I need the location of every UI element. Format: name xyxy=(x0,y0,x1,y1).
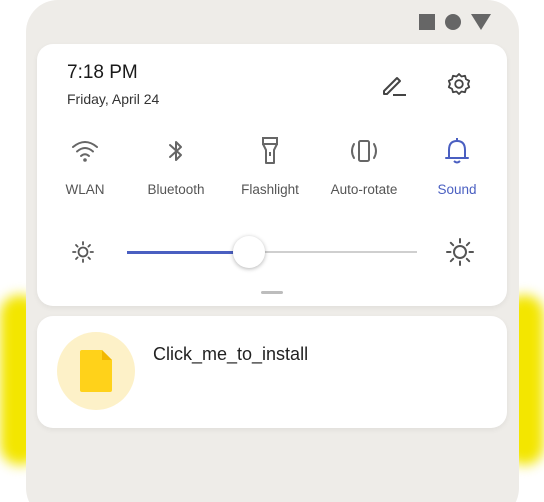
notification-title: Click_me_to_install xyxy=(153,344,309,364)
brightness-slider-track[interactable] xyxy=(127,236,417,268)
flashlight-icon xyxy=(262,137,278,164)
clock-date: Friday, April 24 xyxy=(67,91,160,107)
circle-icon xyxy=(445,14,461,30)
auto-rotate-icon xyxy=(351,140,377,162)
wifi-icon xyxy=(72,141,98,162)
quick-tiles: WLAN Bluetooth Flashlight Auto-rotate So… xyxy=(37,134,507,204)
notification-icon-badge xyxy=(57,332,135,410)
brightness-slider-thumb[interactable] xyxy=(232,236,265,268)
brightness-control xyxy=(37,234,507,270)
tile-sound-label: Sound xyxy=(437,182,477,197)
notification-card[interactable]: Click_me_to_install xyxy=(37,316,507,428)
tile-bluetooth[interactable]: Bluetooth xyxy=(130,134,222,204)
triangle-icon xyxy=(471,14,491,30)
tile-flashlight[interactable]: Flashlight xyxy=(224,134,316,204)
tile-bluetooth-label: Bluetooth xyxy=(147,182,205,197)
square-icon xyxy=(419,14,435,30)
edit-button[interactable] xyxy=(379,70,409,100)
tile-wlan[interactable]: WLAN xyxy=(39,134,131,204)
tile-auto-rotate-label: Auto-rotate xyxy=(330,182,398,197)
pencil-icon xyxy=(383,77,406,96)
gear-icon xyxy=(447,73,471,95)
settings-button[interactable] xyxy=(444,70,474,100)
bell-icon xyxy=(445,138,469,164)
tile-auto-rotate[interactable]: Auto-rotate xyxy=(318,134,410,204)
quick-settings-panel: 7:18 PM Friday, April 24 WLAN Bluetooth … xyxy=(37,44,507,306)
tile-sound[interactable]: Sound xyxy=(411,134,503,204)
status-bar xyxy=(419,14,491,30)
tile-wlan-label: WLAN xyxy=(65,182,105,197)
brightness-slider-fill xyxy=(127,250,249,254)
bluetooth-icon xyxy=(169,141,182,161)
brightness-low-icon xyxy=(72,241,94,263)
tile-flashlight-label: Flashlight xyxy=(241,182,299,197)
clock-time: 7:18 PM xyxy=(67,62,138,83)
brightness-high-icon xyxy=(446,238,474,266)
screen: 7:18 PM Friday, April 24 WLAN Bluetooth … xyxy=(0,0,544,502)
file-icon xyxy=(80,350,112,392)
panel-drag-handle[interactable] xyxy=(261,291,283,294)
